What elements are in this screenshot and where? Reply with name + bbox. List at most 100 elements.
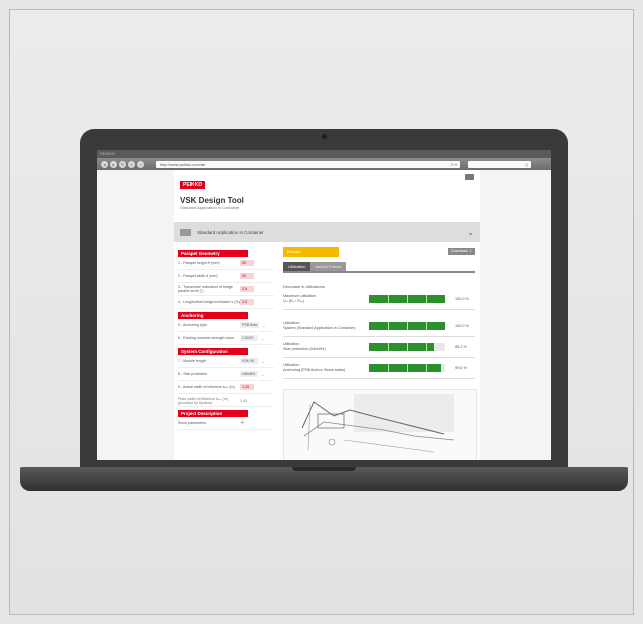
input-field[interactable]: 1.25: [240, 384, 254, 390]
input-label: 1 - Parapet height H (mm): [178, 261, 220, 265]
application-label: Standard Application in Container: [197, 229, 264, 235]
stop-icon[interactable]: ×: [128, 160, 135, 168]
laptop-notch: [292, 467, 356, 471]
select-field[interactable]: VSK 60: [240, 358, 258, 364]
utilization-row: Utilization Side protection (H4b/W4) 85.2 …: [283, 337, 475, 358]
utilization-label: Maximum utilization Uᵤᵢ (Eₐ / Rₐᵤ): [283, 294, 369, 304]
utilization-bar: [369, 343, 445, 351]
utilization-percent: 85.2 %: [455, 345, 467, 349]
address-bar[interactable]: http://www.peikko.com/de ⊘ ▾: [156, 160, 460, 168]
section-project-description: Project Description: [178, 410, 248, 417]
input-label: 2 - Parapet width d (mm): [178, 274, 218, 278]
utilization-label: Utilization System (Standard Application …: [283, 321, 369, 331]
chevron-down-icon[interactable]: ⌄: [261, 372, 264, 377]
bar-segment: [407, 322, 408, 330]
input-row: 3 - Transverse inclination of bridge par…: [178, 283, 274, 296]
page-subtitle: Standard Application in Container: [180, 205, 240, 210]
section-anchoring: Anchoring: [178, 312, 248, 319]
browser-titlebar: PEIKKO: [97, 150, 551, 158]
utilization-subtitle: Anchoring (PSB Anchor Stone slabs): [283, 368, 346, 372]
bar-segment: [426, 322, 427, 330]
print-icon[interactable]: [465, 174, 474, 180]
back-icon[interactable]: ◂: [101, 160, 108, 168]
browser-search[interactable]: Q: [468, 160, 531, 168]
input-label: 5 - Anchoring type: [178, 323, 207, 327]
download-button[interactable]: Download ⇩: [447, 248, 475, 255]
utilization-label: Utilization Anchoring (PSB Anchor Stone s…: [283, 363, 369, 373]
bar-segment: [426, 295, 427, 303]
bar-segment: [388, 322, 389, 330]
utilization-row: Utilization System (Standard Application …: [283, 316, 475, 337]
input-label: 9 - Actual width of influence bₑₓₜ (m): [178, 385, 235, 389]
bar-segment: [407, 343, 408, 351]
utilization-fill: [369, 364, 442, 372]
utilization-bar: [369, 322, 445, 330]
bar-segment: [407, 295, 408, 303]
input-field[interactable]: 20: [240, 273, 254, 279]
peikko-logo[interactable]: PEIKKO: [180, 181, 206, 189]
laptop-lid: PEIKKO ◂ ▸ ↻ × ⌂ http://www.peikko.com/d…: [80, 129, 568, 468]
input-row: 8 - Side protection H4b/W4 ⌄: [178, 368, 274, 381]
laptop-screen: PEIKKO ◂ ▸ ↻ × ⌂ http://www.peikko.com/d…: [97, 150, 551, 460]
bar-segment: [426, 364, 427, 372]
utilization-subtitle: Uᵤᵢ (Eₐ / Rₐᵤ): [283, 299, 305, 303]
page-header: PEIKKO VSK Design Tool Standard Applicat…: [174, 170, 480, 222]
web-page: PEIKKO VSK Design Tool Standard Applicat…: [174, 170, 480, 460]
utilization-row: Utilization Anchoring (PSB Anchor Stone s…: [283, 358, 475, 379]
input-field[interactable]: 2.5: [240, 286, 254, 292]
readonly-row: Plate width of influence bₑₓₜ (m) (provi…: [178, 394, 274, 407]
input-field[interactable]: 1.0: [240, 299, 254, 305]
container-icon: [180, 228, 191, 236]
input-field[interactable]: 90: [240, 260, 254, 266]
plus-icon[interactable]: +: [240, 419, 245, 427]
tab-utilization[interactable]: Utilization: [283, 262, 311, 271]
utilization-subtitle: System (Standard Application in Containe…: [283, 326, 356, 330]
input-row: 9 - Actual width of influence bₑₓₜ (m) 1.…: [178, 381, 274, 394]
camera-icon: [322, 134, 327, 139]
results-panel: Results Download ⇩ Utilization Anchor Fo…: [275, 242, 480, 460]
input-row: 4 - Longitudinal bridge inclination v (%…: [178, 296, 274, 309]
cross-section-drawing: [283, 389, 477, 460]
input-row: 7 - Module length VSK 60 ⌄: [178, 355, 274, 368]
chevron-down-icon[interactable]: ⌄: [467, 228, 474, 237]
readonly-value: 1.43: [240, 399, 247, 403]
input-row: 2 - Parapet width d (mm) 20: [178, 270, 274, 283]
chevron-down-icon[interactable]: ⌄: [261, 336, 264, 341]
input-label: 6 - Existing concrete strength class: [178, 336, 234, 340]
home-icon[interactable]: ⌂: [137, 160, 144, 168]
forward-icon[interactable]: ▸: [110, 160, 117, 168]
utilization-bar: [369, 295, 445, 303]
drawing-svg: [301, 394, 455, 453]
input-row: 6 - Existing concrete strength class C30/…: [178, 332, 274, 345]
select-field[interactable]: H4b/W4: [240, 371, 258, 377]
address-url: http://www.peikko.com/de: [160, 161, 206, 167]
results-header: Results: [283, 246, 339, 257]
expand-label: Show parameters: [178, 421, 207, 425]
input-row: 5 - Anchoring type PSB Bow ⌄: [178, 319, 274, 332]
readonly-label: Plate width of influence bₑₓₜ (m) (provi…: [178, 397, 228, 405]
chevron-down-icon[interactable]: ⌄: [262, 323, 265, 328]
utilization-label: Utilization Side protection (H4b/W4): [283, 342, 369, 352]
utilization-bar: [369, 364, 445, 372]
utilization-subtitle: Side protection (H4b/W4): [283, 347, 326, 351]
utilization-fill: [369, 343, 434, 351]
tab-anchor-forces[interactable]: Anchor Forces: [310, 262, 347, 271]
utilization-percent: 99.6 %: [455, 366, 467, 370]
utilization-percent: 100.0 %: [455, 324, 469, 328]
select-field[interactable]: C30/37: [240, 335, 258, 341]
section-parapet-geometry: Parapet Geometry: [178, 250, 248, 257]
application-selector[interactable]: Standard Application in Container ⌄: [174, 222, 480, 242]
address-controls[interactable]: ⊘ ▾: [451, 161, 460, 168]
results-tabs: Utilization Anchor Forces: [283, 262, 475, 273]
bar-segment: [388, 364, 389, 372]
chevron-down-icon[interactable]: ⌄: [261, 359, 264, 364]
input-row: 1 - Parapet height H (mm) 90: [178, 257, 274, 270]
reload-icon[interactable]: ↻: [119, 160, 126, 168]
laptop-base: [20, 467, 628, 491]
section-system-configuration: System Configuration: [178, 348, 248, 355]
expand-row[interactable]: Show parameters +: [178, 417, 274, 430]
input-label: 4 - Longitudinal bridge inclination v (%…: [178, 300, 240, 304]
select-field[interactable]: PSB Bow: [240, 322, 260, 328]
browser-toolbar: ◂ ▸ ↻ × ⌂ http://www.peikko.com/de ⊘ ▾ Q: [97, 158, 551, 170]
page-title: VSK Design Tool: [180, 196, 244, 205]
